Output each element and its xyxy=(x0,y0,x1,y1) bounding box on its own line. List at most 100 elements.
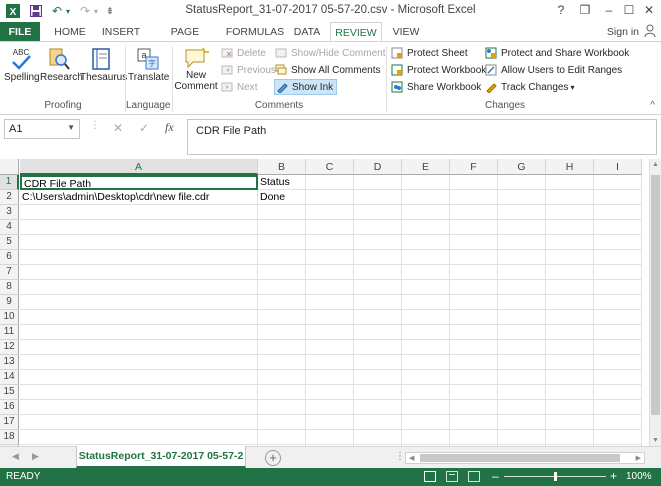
column-header-h[interactable]: H xyxy=(546,159,594,175)
cell-h17[interactable] xyxy=(546,415,594,430)
close-button[interactable]: ✕ xyxy=(636,0,661,20)
cell-f12[interactable] xyxy=(450,340,498,355)
cell-g5[interactable] xyxy=(498,235,546,250)
cell-a2[interactable]: C:\Users\admin\Desktop\cdr\new file.cdr xyxy=(20,190,258,205)
cell-i2[interactable] xyxy=(594,190,642,205)
column-header-c[interactable]: C xyxy=(306,159,354,175)
cell-b6[interactable] xyxy=(258,250,306,265)
cell-e3[interactable] xyxy=(402,205,450,220)
select-all-corner[interactable] xyxy=(0,159,19,175)
translate-button[interactable]: a字 Translate xyxy=(128,46,169,83)
cell-g2[interactable] xyxy=(498,190,546,205)
cell-a15[interactable] xyxy=(20,385,258,400)
allow-users-edit-ranges-button[interactable]: Allow Users to Edit Ranges xyxy=(484,62,622,78)
cell-g17[interactable] xyxy=(498,415,546,430)
new-comment-button[interactable]: New Comment xyxy=(174,46,218,92)
column-header-i[interactable]: I xyxy=(594,159,642,175)
cell-h18[interactable] xyxy=(546,430,594,445)
previous-comment-button[interactable]: Previous xyxy=(220,62,276,78)
cell-d8[interactable] xyxy=(354,280,402,295)
scroll-down-icon[interactable]: ▼ xyxy=(652,437,659,444)
normal-view-icon[interactable] xyxy=(424,471,436,482)
cell-d10[interactable] xyxy=(354,310,402,325)
cell-a18[interactable] xyxy=(20,430,258,445)
cell-i9[interactable] xyxy=(594,295,642,310)
cell-g18[interactable] xyxy=(498,430,546,445)
next-comment-button[interactable]: Next xyxy=(220,79,258,95)
cell-a17[interactable] xyxy=(20,415,258,430)
cell-a8[interactable] xyxy=(20,280,258,295)
cell-i7[interactable] xyxy=(594,265,642,280)
cell-e18[interactable] xyxy=(402,430,450,445)
show-all-comments-button[interactable]: Show All Comments xyxy=(274,62,380,78)
cell-i13[interactable] xyxy=(594,355,642,370)
cell-d1[interactable] xyxy=(354,175,402,190)
cell-f15[interactable] xyxy=(450,385,498,400)
tab-view[interactable]: VIEW xyxy=(386,22,426,42)
row-header-8[interactable]: 8 xyxy=(0,280,19,295)
sheet-tab[interactable]: StatusReport_31-07-2017 05-57-2 xyxy=(76,446,246,468)
cell-f5[interactable] xyxy=(450,235,498,250)
tab-file[interactable]: FILE xyxy=(0,22,40,42)
cell-b15[interactable] xyxy=(258,385,306,400)
cell-h12[interactable] xyxy=(546,340,594,355)
cell-g3[interactable] xyxy=(498,205,546,220)
cell-d6[interactable] xyxy=(354,250,402,265)
cell-d9[interactable] xyxy=(354,295,402,310)
column-header-b[interactable]: B xyxy=(258,159,306,175)
zoom-level[interactable]: 100% xyxy=(626,471,652,482)
cell-b13[interactable] xyxy=(258,355,306,370)
enter-entry-icon[interactable]: ✓ xyxy=(139,121,149,135)
cell-b16[interactable] xyxy=(258,400,306,415)
cell-h11[interactable] xyxy=(546,325,594,340)
cell-c11[interactable] xyxy=(306,325,354,340)
cell-i12[interactable] xyxy=(594,340,642,355)
cell-a3[interactable] xyxy=(20,205,258,220)
cell-h5[interactable] xyxy=(546,235,594,250)
track-changes-button[interactable]: Track Changes ▾ xyxy=(484,79,574,95)
cell-a7[interactable] xyxy=(20,265,258,280)
cell-h1[interactable] xyxy=(546,175,594,190)
cell-b14[interactable] xyxy=(258,370,306,385)
cell-a6[interactable] xyxy=(20,250,258,265)
cell-d2[interactable] xyxy=(354,190,402,205)
cell-i3[interactable] xyxy=(594,205,642,220)
cell-h4[interactable] xyxy=(546,220,594,235)
cell-e14[interactable] xyxy=(402,370,450,385)
sign-in-link[interactable]: Sign in xyxy=(607,22,639,42)
cell-c1[interactable] xyxy=(306,175,354,190)
tab-page-layout[interactable]: PAGE LAYOUT xyxy=(150,22,220,58)
cell-f18[interactable] xyxy=(450,430,498,445)
cell-b9[interactable] xyxy=(258,295,306,310)
cell-f6[interactable] xyxy=(450,250,498,265)
insert-function-icon[interactable]: fx xyxy=(165,120,174,135)
cell-e5[interactable] xyxy=(402,235,450,250)
cell-g1[interactable] xyxy=(498,175,546,190)
cell-b10[interactable] xyxy=(258,310,306,325)
tab-insert[interactable]: INSERT xyxy=(96,22,146,42)
add-sheet-button[interactable]: + xyxy=(265,450,281,466)
cell-c8[interactable] xyxy=(306,280,354,295)
cell-d14[interactable] xyxy=(354,370,402,385)
cell-g12[interactable] xyxy=(498,340,546,355)
cell-c13[interactable] xyxy=(306,355,354,370)
cell-a5[interactable] xyxy=(20,235,258,250)
cell-e7[interactable] xyxy=(402,265,450,280)
cell-a11[interactable] xyxy=(20,325,258,340)
horizontal-scroll-thumb[interactable] xyxy=(420,454,620,462)
cell-d13[interactable] xyxy=(354,355,402,370)
cell-g10[interactable] xyxy=(498,310,546,325)
cell-b3[interactable] xyxy=(258,205,306,220)
cell-a16[interactable] xyxy=(20,400,258,415)
cell-b1[interactable]: Status xyxy=(258,175,306,190)
cell-e11[interactable] xyxy=(402,325,450,340)
tab-data[interactable]: DATA xyxy=(290,22,324,42)
row-header-18[interactable]: 18 xyxy=(0,430,19,445)
cell-d16[interactable] xyxy=(354,400,402,415)
cell-g7[interactable] xyxy=(498,265,546,280)
cell-d15[interactable] xyxy=(354,385,402,400)
cell-a4[interactable] xyxy=(20,220,258,235)
sheet-nav-prev-icon[interactable]: ◀ xyxy=(12,451,19,462)
cell-e17[interactable] xyxy=(402,415,450,430)
cell-g13[interactable] xyxy=(498,355,546,370)
